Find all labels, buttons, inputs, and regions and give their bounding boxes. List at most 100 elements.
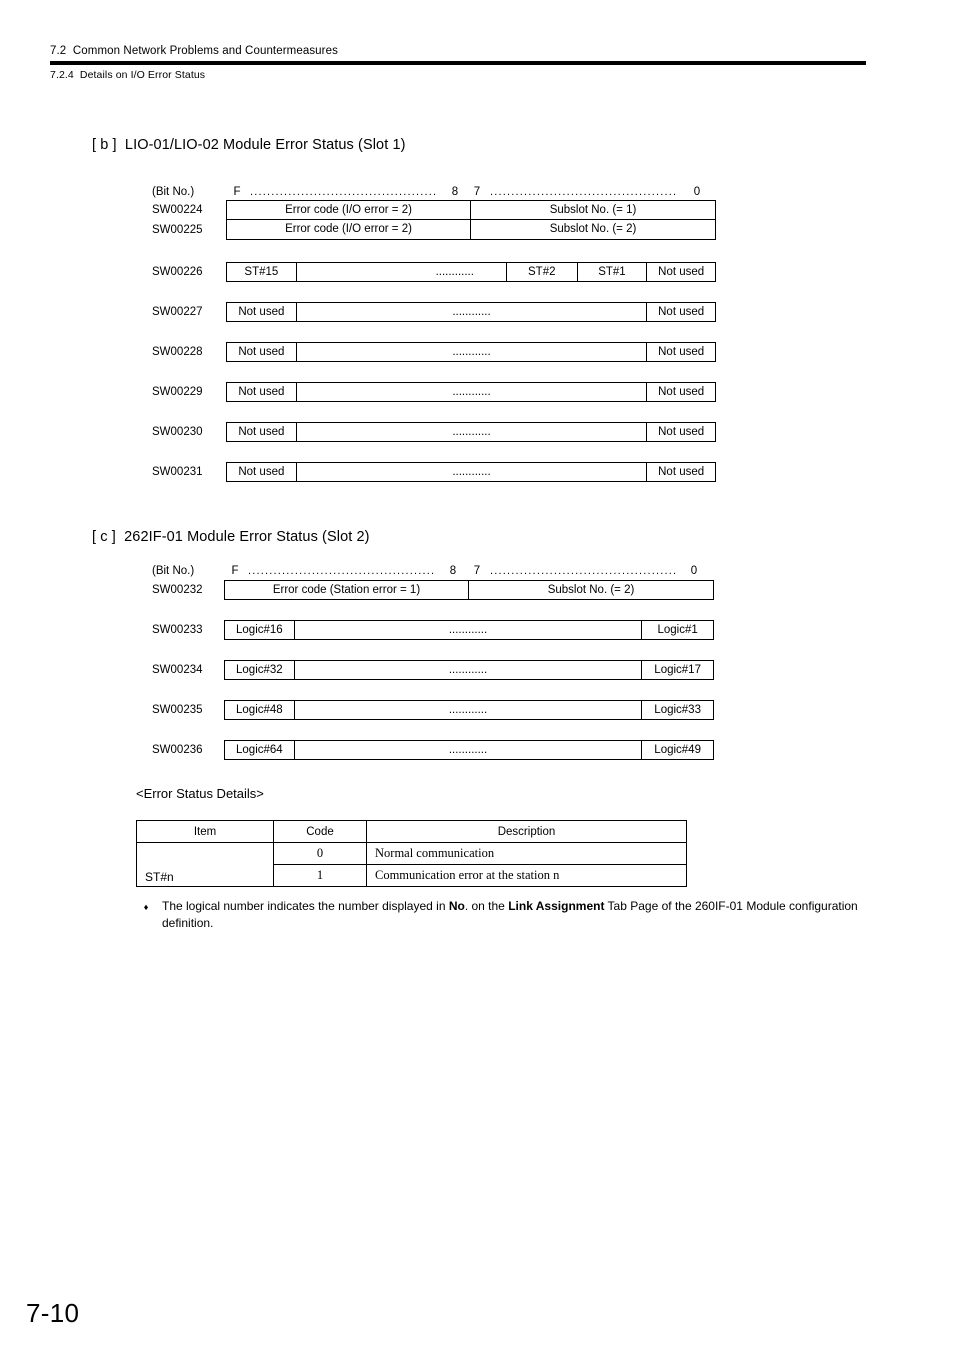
bit-tick-8-b: 8: [451, 186, 459, 198]
bitfield-cell: Not used: [227, 463, 297, 481]
bitfield-cell: Subslot No. (= 2): [547, 584, 635, 596]
bit-tick-0-b: 0: [693, 186, 701, 198]
bit-dots-low-b: ........................................…: [490, 186, 678, 198]
register-row: SW00228 Not used ............ Not used: [152, 342, 722, 362]
register-bitfield: Not used ............ Not used: [226, 462, 716, 482]
bit-dots-high-b: ........................................…: [250, 186, 438, 198]
bitfield-cell-ellipsis: ............: [297, 263, 507, 281]
footnote-part-2: . on the: [464, 899, 509, 913]
register-bitfield: Logic#48 ............ Logic#33: [224, 700, 714, 720]
register-row: SW00235 Logic#48 ............ Logic#33: [152, 700, 722, 720]
bit-number-ruler-b: (Bit No.) F ............................…: [152, 184, 722, 200]
error-status-details-heading: <Error Status Details>: [136, 786, 264, 801]
bitfield-cell: Logic#16: [225, 621, 295, 639]
register-label: SW00235: [152, 704, 203, 716]
footnote-bold-no: No: [448, 899, 465, 913]
bitfield-cell: Logic#48: [225, 701, 295, 719]
bit-no-label-b: (Bit No.): [152, 186, 195, 198]
register-bitfield: ST#15 ............ ST#2 ST#1 Not used: [226, 262, 716, 282]
bit-dots-low-c: ........................................…: [490, 565, 678, 577]
bitfield-cell: Error code (I/O error = 2): [227, 201, 471, 219]
section-c-heading: [ c ] 262IF-01 Module Error Status (Slot…: [92, 529, 370, 545]
footnote-text: The logical number indicates the number …: [162, 898, 870, 932]
register-label: SW00233: [152, 624, 203, 636]
register-label: SW00236: [152, 744, 203, 756]
register-bitfield: Not used ............ Not used: [226, 422, 716, 442]
bitfield-cell: Error code (Station error = 1): [225, 581, 469, 599]
footnote-bold-link-assignment: Link Assignment: [508, 899, 605, 913]
bit-tick-7-b: 7: [473, 186, 481, 198]
register-row: SW00226 ST#15 ............ ST#2 ST#1 Not…: [152, 262, 722, 282]
register-label: SW00224: [152, 204, 203, 216]
column-header-code: Code: [273, 820, 367, 843]
bitfield-cell: Not used: [227, 303, 297, 321]
section-b-heading: [ b ] LIO-01/LIO-02 Module Error Status …: [92, 137, 406, 153]
table-row: ST#n 0 Normal communication: [136, 842, 687, 887]
register-row: SW00236 Logic#64 ............ Logic#49: [152, 740, 722, 760]
bit-dots-high-c: ........................................…: [248, 565, 436, 577]
bitfield-cell: Logic#33: [654, 704, 701, 716]
register-bitfield: Error code (I/O error = 2) Subslot No. (…: [226, 220, 716, 240]
header-section-title: 7.2 Common Network Problems and Counterm…: [50, 45, 338, 57]
bitfield-cell: Not used: [227, 383, 297, 401]
cell-code: 0: [273, 842, 367, 865]
register-label: SW00229: [152, 386, 203, 398]
column-header-description: Description: [366, 820, 687, 843]
register-bitfield: Logic#64 ............ Logic#49: [224, 740, 714, 760]
bitfield-cell: Logic#64: [225, 741, 295, 759]
register-row: SW00227 Not used ............ Not used: [152, 302, 722, 322]
running-header: 7.2 Common Network Problems and Counterm…: [50, 44, 866, 82]
table-header-row: Item Code Description: [136, 820, 687, 843]
bit-tick-f-b: F: [233, 186, 241, 198]
bitfield-cell: ST#15: [227, 263, 297, 281]
footnote: ♦ The logical number indicates the numbe…: [140, 898, 870, 932]
register-label: SW00226: [152, 266, 203, 278]
register-bitfield: Not used ............ Not used: [226, 382, 716, 402]
bit-tick-0-c: 0: [690, 565, 698, 577]
cell-code: 1: [273, 864, 367, 887]
bit-no-label-c: (Bit No.): [152, 565, 195, 577]
cell-item-stn: ST#n: [136, 842, 274, 887]
bit-tick-8-c: 8: [449, 565, 457, 577]
bitfield-cell-ellipsis: ............: [295, 661, 643, 679]
register-bitfield: Error code (I/O error = 2) Subslot No. (…: [226, 200, 716, 220]
page-number: 7-10: [26, 1298, 80, 1328]
register-bitfield: Logic#32 ............ Logic#17: [224, 660, 714, 680]
bitfield-cell-ellipsis: ............: [297, 463, 648, 481]
register-row: SW00234 Logic#32 ............ Logic#17: [152, 660, 722, 680]
bitfield-cell: Not used: [658, 466, 705, 478]
footnote-part-1: The logical number indicates the number …: [162, 899, 449, 913]
register-label: SW00230: [152, 426, 203, 438]
register-label: SW00234: [152, 664, 203, 676]
register-row: SW00229 Not used ............ Not used: [152, 382, 722, 402]
register-row: SW00232 Error code (Station error = 1) S…: [152, 580, 722, 600]
register-bitfield: Error code (Station error = 1) Subslot N…: [224, 580, 714, 600]
bitfield-cell: ST#2: [507, 263, 578, 281]
bitfield-cell: Not used: [658, 386, 705, 398]
register-row: SW00225 Error code (I/O error = 2) Subsl…: [152, 220, 722, 240]
header-subsection-title: 7.2.4 Details on I/O Error Status: [50, 69, 206, 81]
register-row: SW00224 Error code (I/O error = 2) Subsl…: [152, 200, 722, 220]
bitfield-cell: Not used: [658, 426, 705, 438]
register-label: SW00228: [152, 346, 203, 358]
register-row: SW00233 Logic#16 ............ Logic#1: [152, 620, 722, 640]
register-row: SW00230 Not used ............ Not used: [152, 422, 722, 442]
bitfield-cell-ellipsis: ............: [297, 383, 648, 401]
bitfield-cell-ellipsis: ............: [297, 423, 648, 441]
register-label: SW00232: [152, 584, 203, 596]
bitfield-cell: Not used: [658, 266, 705, 278]
bitfield-cell: Not used: [227, 423, 297, 441]
bitfield-cell: Logic#1: [657, 624, 698, 636]
bitfield-cell: Subslot No. (= 1): [549, 204, 637, 216]
bitfield-cell-ellipsis: ............: [297, 303, 648, 321]
diamond-bullet-icon: ♦: [143, 902, 149, 912]
register-row: SW00231 Not used ............ Not used: [152, 462, 722, 482]
bitfield-cell-ellipsis: ............: [295, 741, 643, 759]
bit-tick-7-c: 7: [473, 565, 481, 577]
cell-description: Normal communication: [366, 842, 687, 865]
register-bitfield: Not used ............ Not used: [226, 302, 716, 322]
register-label: SW00231: [152, 466, 203, 478]
bit-number-ruler-c: (Bit No.) F ............................…: [152, 563, 722, 579]
bitfield-cell-ellipsis: ............: [295, 621, 643, 639]
bitfield-cell: Subslot No. (= 2): [549, 223, 637, 235]
